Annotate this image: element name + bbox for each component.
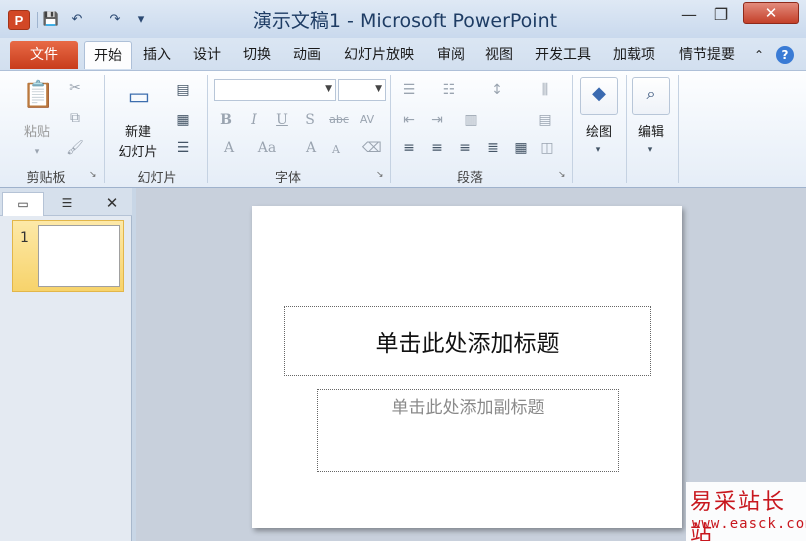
tab-view[interactable]: 视图 [478, 41, 520, 69]
new-slide-icon[interactable]: ▭ [122, 81, 156, 111]
shadow-icon[interactable]: S [302, 111, 318, 129]
strikethrough-icon[interactable]: abc [328, 111, 350, 129]
title-placeholder-text: 单击此处添加标题 [375, 331, 560, 357]
increase-indent-icon[interactable]: ⇥ [428, 111, 446, 129]
line-spacing-icon[interactable]: ↕ [488, 81, 506, 99]
tab-animations[interactable]: 动画 [286, 41, 328, 69]
group-label-font: 字体 [274, 171, 301, 186]
tab-design[interactable]: 设计 [186, 41, 228, 69]
align-center-icon[interactable]: ≡ [428, 139, 446, 157]
panel-tabs: ▭ ☰ ✕ [0, 188, 132, 216]
help-icon[interactable]: ? [776, 46, 794, 64]
tab-home[interactable]: 开始 [84, 41, 132, 69]
shrink-font-icon[interactable]: A [328, 141, 344, 159]
group-separator [626, 75, 627, 183]
paste-icon[interactable]: 📋 [22, 79, 54, 111]
underline-icon[interactable]: U [274, 111, 290, 129]
minimize-icon[interactable]: — [678, 4, 700, 26]
watermark-url: www.easck.com [692, 516, 806, 532]
subtitle-placeholder[interactable]: 单击此处添加副标题 [317, 389, 619, 472]
group-separator [104, 75, 105, 183]
tab-slide-show[interactable]: 幻灯片放映 [338, 41, 420, 69]
drawing-button-label[interactable]: 绘图 [576, 121, 622, 140]
font-launcher-icon[interactable]: ↘ [376, 170, 386, 180]
group-separator [207, 75, 208, 183]
change-case-icon[interactable]: Aa [256, 139, 278, 157]
tab-outline[interactable]: ☰ [46, 192, 88, 216]
title-bar: P 💾 ↶ ↷ ▾ 演示文稿1 - Microsoft PowerPoint —… [0, 0, 806, 38]
ribbon-tab-bar: 文件 开始 插入 设计 切换 动画 幻灯片放映 审阅 视图 开发工具 加载项 情… [0, 38, 806, 70]
cut-icon[interactable]: ✂ [66, 79, 84, 97]
bullets-icon[interactable]: ☰ [400, 81, 418, 99]
bold-icon[interactable]: B [218, 111, 234, 129]
smartart-icon[interactable]: ◫ [538, 139, 556, 157]
clear-formatting-icon[interactable]: ⌫ [362, 139, 382, 157]
layout-icon[interactable]: ▤ [174, 81, 192, 99]
editing-dropdown-icon[interactable]: ▾ [642, 141, 658, 159]
align-text-icon[interactable]: ▤ [536, 111, 554, 129]
customize-qat-icon[interactable]: ▾ [132, 11, 150, 29]
ribbon-home: 📋 粘贴 ▾ ✂ ⧉ 🖌 剪贴板 ↘ ▭ 新建 幻灯片 ▤ ▦ ☰ 幻灯片 ▼ … [0, 70, 806, 188]
slide-thumbnail[interactable] [38, 225, 120, 287]
group-separator [572, 75, 573, 183]
redo-icon[interactable]: ↷ [106, 11, 124, 29]
section-icon[interactable]: ☰ [174, 139, 192, 157]
powerpoint-app-icon[interactable]: P [8, 10, 30, 30]
clipboard-launcher-icon[interactable]: ↘ [89, 170, 99, 180]
tab-insert[interactable]: 插入 [136, 41, 178, 69]
tab-developer[interactable]: 开发工具 [528, 41, 598, 69]
decrease-indent-icon[interactable]: ⇤ [400, 111, 418, 129]
group-separator [390, 75, 391, 183]
new-slide-label-2[interactable]: 幻灯片 [108, 141, 168, 160]
font-size-combobox[interactable]: ▼ [338, 79, 386, 101]
group-label-paragraph: 段落 [456, 171, 483, 186]
save-icon[interactable]: 💾 [42, 11, 60, 29]
group-separator [678, 75, 679, 183]
tab-slides-thumbnails[interactable]: ▭ [2, 192, 44, 216]
group-label-clipboard: 剪贴板 [26, 171, 66, 186]
collapse-ribbon-icon[interactable]: ⌃ [750, 46, 768, 64]
tab-review[interactable]: 审阅 [430, 41, 472, 69]
character-spacing-icon[interactable]: AV [356, 111, 378, 129]
tab-storyboarding[interactable]: 情节提要 [672, 41, 742, 69]
restore-icon[interactable]: ❐ [708, 4, 734, 26]
font-color-icon[interactable]: A [220, 139, 238, 157]
undo-icon[interactable]: ↶ [68, 11, 86, 29]
align-right-icon[interactable]: ≡ [456, 139, 474, 157]
distributed-icon[interactable]: ▦ [512, 139, 530, 157]
copy-icon[interactable]: ⧉ [66, 109, 84, 127]
format-painter-icon[interactable]: 🖌 [66, 139, 84, 157]
chevron-down-icon: ▼ [375, 84, 382, 94]
text-direction-icon[interactable]: ⫼ [536, 81, 554, 99]
slide-number: 1 [20, 230, 29, 246]
tab-addins[interactable]: 加载项 [606, 41, 662, 69]
grow-font-icon[interactable]: A [302, 139, 320, 157]
paste-button-label[interactable]: 粘贴 [14, 121, 60, 140]
italic-icon[interactable]: I [246, 111, 262, 129]
align-left-icon[interactable]: ≡ [400, 139, 418, 157]
paste-dropdown-icon[interactable]: ▾ [30, 143, 44, 161]
group-label-slides: 幻灯片 [137, 171, 177, 186]
new-slide-label-1[interactable]: 新建 [112, 121, 164, 140]
justify-icon[interactable]: ≣ [484, 139, 502, 157]
window-title: 演示文稿1 - Microsoft PowerPoint [252, 10, 558, 32]
title-placeholder[interactable]: 单击此处添加标题 [284, 306, 651, 376]
qat-separator [37, 12, 38, 28]
numbering-icon[interactable]: ☷ [440, 81, 458, 99]
tab-transitions[interactable]: 切换 [236, 41, 278, 69]
paragraph-launcher-icon[interactable]: ↘ [558, 170, 568, 180]
reset-slide-icon[interactable]: ▦ [174, 111, 192, 129]
editing-button-label[interactable]: 编辑 [628, 121, 674, 140]
close-panel-icon[interactable]: ✕ [96, 192, 128, 216]
close-icon[interactable]: ✕ [743, 2, 799, 24]
find-binoculars-icon[interactable]: ⌕ [640, 85, 662, 103]
drawing-dropdown-icon[interactable]: ▾ [590, 141, 606, 159]
font-name-combobox[interactable]: ▼ [214, 79, 336, 101]
chevron-down-icon: ▼ [325, 84, 332, 94]
tab-file[interactable]: 文件 [10, 41, 78, 69]
columns-icon[interactable]: ▥ [462, 111, 480, 129]
shapes-icon[interactable]: ◆ [588, 85, 610, 103]
watermark-title: 易采站长站 [690, 490, 787, 541]
subtitle-placeholder-text: 单击此处添加副标题 [391, 398, 545, 418]
